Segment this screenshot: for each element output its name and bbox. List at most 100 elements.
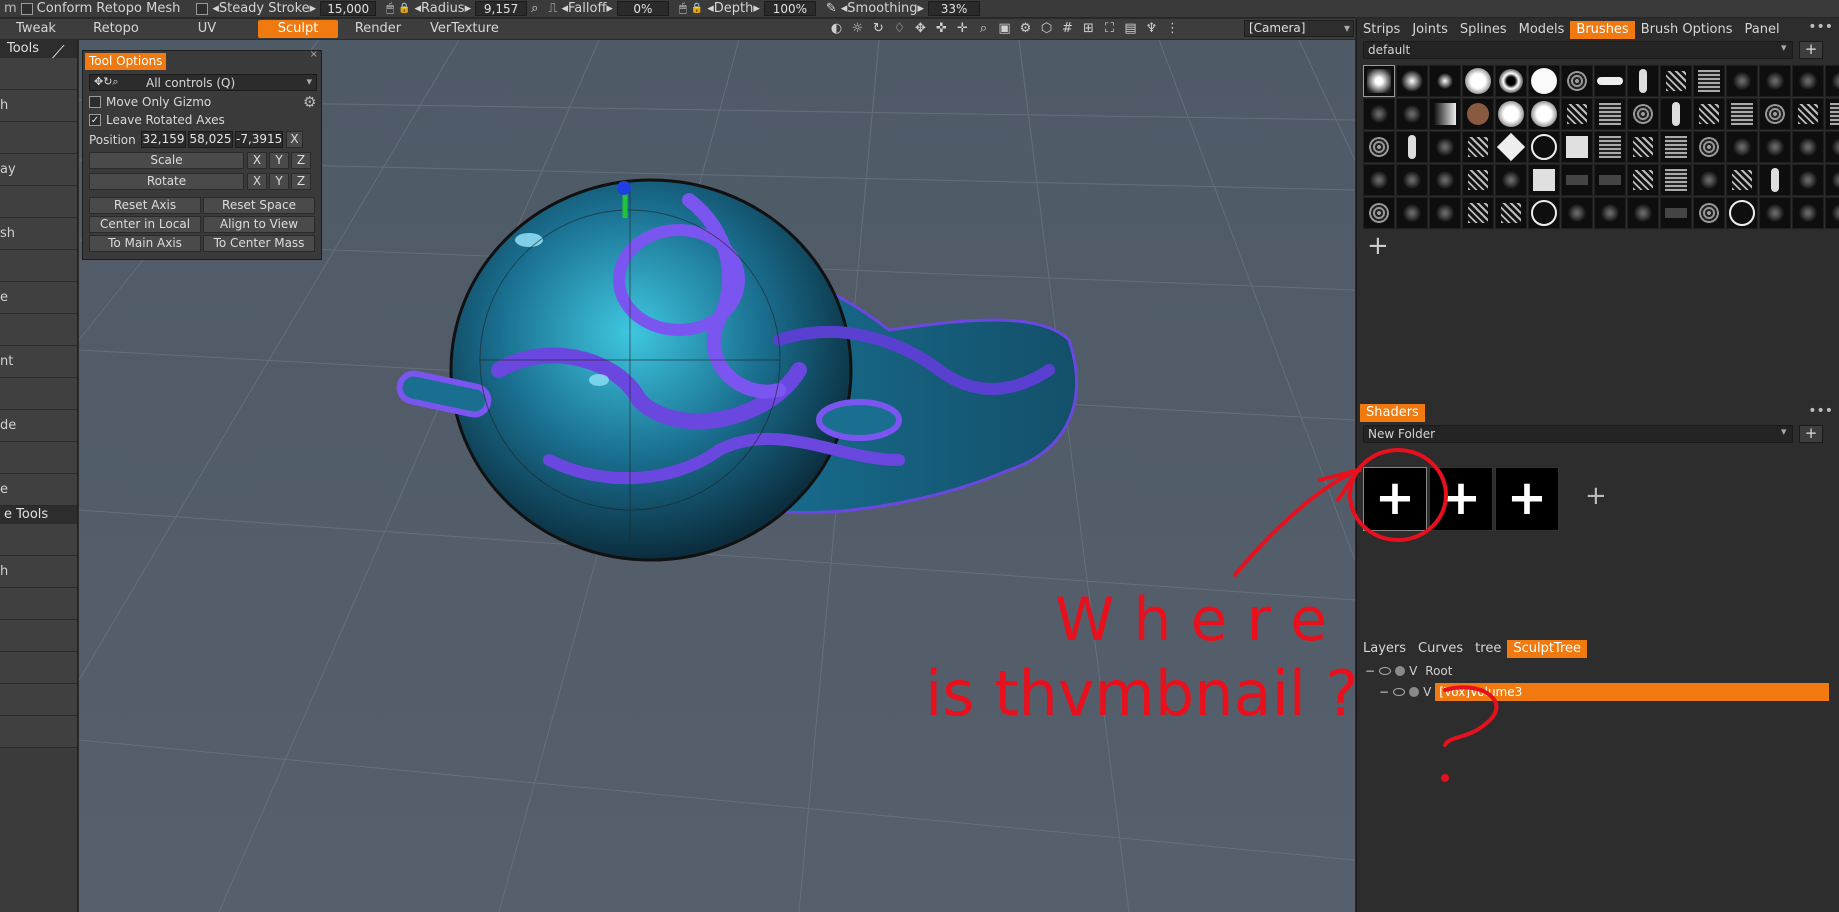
smoothing-control[interactable]: ✎ ◂Smoothing▸ 33% [826,1,981,16]
tab-vertexture[interactable]: VerTexture [418,20,511,38]
brush-thumb[interactable] [1660,197,1692,229]
brush-thumb[interactable] [1693,197,1725,229]
brush-thumb[interactable] [1429,98,1461,130]
brush-thumb[interactable] [1396,65,1428,97]
brush-thumb[interactable] [1825,197,1839,229]
tab-brush-options[interactable]: Brush Options [1635,21,1739,39]
brush-thumb[interactable] [1792,65,1824,97]
rotate-y-button[interactable]: Y [269,173,289,190]
brush-thumb[interactable] [1594,131,1626,163]
position-y-field[interactable]: 58,025 [188,131,233,148]
tab-shaders[interactable]: Shaders [1360,403,1425,422]
brush-preset-select[interactable]: default [1363,41,1793,59]
brush-thumb[interactable] [1726,65,1758,97]
brush-thumb[interactable] [1627,65,1659,97]
tool-button[interactable] [0,186,77,218]
brush-thumb[interactable] [1429,131,1461,163]
brush-thumb[interactable] [1825,131,1839,163]
more-icon[interactable]: ••• [1808,403,1833,419]
brush-thumb[interactable] [1561,131,1593,163]
to-main-axis-button[interactable]: To Main Axis [89,235,201,252]
ghost-icon[interactable] [1409,687,1420,697]
brush-thumb[interactable] [1396,131,1428,163]
rotate-z-button[interactable]: Z [291,173,311,190]
pan-icon[interactable]: ✜ [933,20,950,37]
controls-select[interactable]: ✥↻⌕ All controls (Q) ▾ [89,74,317,91]
screenshot-icon[interactable]: ▤ [1122,20,1139,37]
brush-thumb[interactable] [1693,98,1725,130]
brush-thumb[interactable] [1429,197,1461,229]
brush-thumb[interactable] [1792,197,1824,229]
tool-button[interactable] [0,378,77,410]
tool-button[interactable]: ay [0,154,77,186]
brush-thumb[interactable] [1528,197,1560,229]
brush-thumb[interactable] [1792,164,1824,196]
brush-thumb[interactable] [1396,164,1428,196]
tool-button[interactable]: h [0,90,77,122]
brush-thumb[interactable] [1528,164,1560,196]
brush-thumb[interactable] [1462,164,1494,196]
brush-thumb[interactable] [1726,197,1758,229]
brush-thumb[interactable] [1462,197,1494,229]
tab-layers[interactable]: Layers [1357,640,1412,658]
depth-value[interactable]: 100% [763,1,816,16]
brush-thumb[interactable] [1627,98,1659,130]
brush-thumb[interactable] [1594,98,1626,130]
tool-button[interactable] [0,620,77,652]
brush-thumb[interactable] [1495,65,1527,97]
brush-thumb[interactable] [1495,197,1527,229]
brush-thumb[interactable] [1759,164,1791,196]
collapse-icon[interactable]: − [1379,685,1389,699]
tool-button[interactable] [0,314,77,346]
brush-stroke-icon[interactable]: ⟋ [52,42,65,63]
eye-icon[interactable] [1393,688,1406,696]
camera-select[interactable]: [Camera] [1244,20,1354,37]
move-only-gizmo-row[interactable]: Move Only Gizmo [89,95,211,109]
conform-retopo-toggle[interactable]: m Conform Retopo Mesh [4,1,180,16]
brush-thumb[interactable] [1759,65,1791,97]
rotate-x-button[interactable]: X [247,173,267,190]
close-icon[interactable]: × [310,49,318,60]
more-icon[interactable]: ••• [1808,19,1833,35]
brush-thumb[interactable] [1825,65,1839,97]
rotate-button[interactable]: Rotate [89,173,244,190]
tool-button[interactable]: sh [0,218,77,250]
brush-thumb[interactable] [1462,65,1494,97]
brush-thumb[interactable] [1594,197,1626,229]
brush-thumb[interactable] [1363,131,1395,163]
leave-rotated-axes-checkbox[interactable] [89,114,101,126]
brush-thumb[interactable] [1660,131,1692,163]
eye-icon[interactable] [1379,667,1392,675]
reset-space-button[interactable]: Reset Space [203,197,315,214]
tab-models[interactable]: Models [1513,21,1571,39]
reset-axis-button[interactable]: Reset Axis [89,197,201,214]
brush-thumb[interactable] [1561,98,1593,130]
add-shader-folder-button[interactable]: + [1799,425,1823,443]
steady-stroke-value[interactable]: 15,000 [320,1,377,16]
move-icon[interactable]: ✛ [954,20,971,37]
tool-button[interactable]: de [0,410,77,442]
brush-thumb[interactable] [1660,65,1692,97]
light-icon[interactable]: ☼ [849,20,866,37]
tool-button[interactable] [0,442,77,474]
transform-icon[interactable]: ✥ [912,20,929,37]
tool-button[interactable]: e [0,282,77,314]
tab-tweak[interactable]: Tweak [4,20,68,38]
brush-thumb[interactable] [1660,164,1692,196]
tab-strips[interactable]: Strips [1357,21,1406,39]
brush-thumb[interactable] [1462,98,1494,130]
tab-sculpt[interactable]: Sculpt [258,20,338,38]
shader-thumb[interactable]: + [1495,467,1559,531]
brush-thumb[interactable] [1627,197,1659,229]
position-x-field[interactable]: 32,159 [141,131,186,148]
tab-splines[interactable]: Splines [1454,21,1513,39]
brush-thumb[interactable] [1792,98,1824,130]
tree-row-volume[interactable]: − V [Vox]Volume3 [1379,683,1829,701]
brush-thumb[interactable] [1693,131,1725,163]
add-brush-button[interactable]: + [1367,231,1389,261]
brush-thumb[interactable] [1363,98,1395,130]
brush-thumb[interactable] [1561,197,1593,229]
collapse-icon[interactable]: − [1365,664,1375,678]
brush-thumb[interactable] [1561,65,1593,97]
pick-icon[interactable]: ⌕ [531,1,538,16]
